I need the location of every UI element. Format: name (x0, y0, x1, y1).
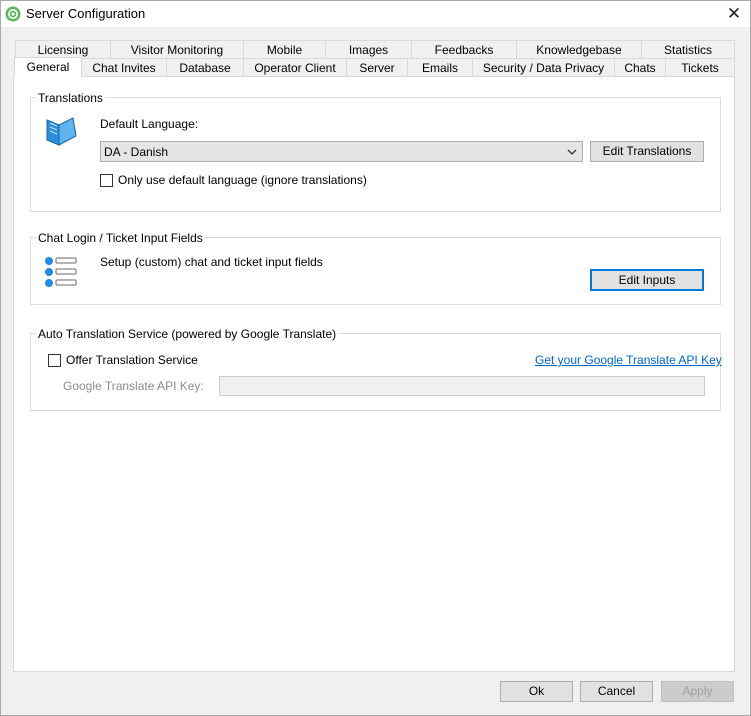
edit-translations-button[interactable]: Edit Translations (590, 141, 704, 162)
tab-chat-invites[interactable]: Chat Invites (81, 58, 167, 76)
cancel-button[interactable]: Cancel (580, 681, 653, 702)
google-api-key-link[interactable]: Get your Google Translate API Key (535, 353, 722, 367)
tab-mobile[interactable]: Mobile (243, 40, 326, 58)
offer-translation-label: Offer Translation Service (66, 353, 198, 367)
chevron-down-icon (567, 146, 577, 160)
tab-images[interactable]: Images (325, 40, 412, 58)
tab-visitor-monitoring[interactable]: Visitor Monitoring (110, 40, 244, 58)
default-language-value: DA - Danish (104, 145, 169, 159)
tab-security-data-privacy[interactable]: Security / Data Privacy (472, 58, 615, 76)
tab-statistics[interactable]: Statistics (641, 40, 735, 58)
translations-legend: Translations (36, 91, 105, 105)
edit-inputs-button[interactable]: Edit Inputs (590, 269, 704, 291)
ok-button[interactable]: Ok (500, 681, 573, 702)
apply-button[interactable]: Apply (661, 681, 734, 702)
tab-tickets[interactable]: Tickets (665, 58, 735, 76)
close-icon[interactable]: ✕ (718, 1, 750, 27)
list-icon (44, 256, 78, 288)
offer-translation-checkbox[interactable] (48, 354, 61, 367)
api-key-label: Google Translate API Key: (63, 379, 204, 393)
default-language-label: Default Language: (100, 117, 199, 131)
tab-operator-client[interactable]: Operator Client (243, 58, 347, 76)
only-default-language-label: Only use default language (ignore transl… (118, 173, 367, 187)
tab-database[interactable]: Database (166, 58, 244, 76)
tab-feedbacks[interactable]: Feedbacks (411, 40, 517, 58)
api-key-input[interactable] (219, 376, 705, 396)
auto-translation-group (30, 333, 721, 411)
app-gear-icon (5, 6, 21, 22)
tab-licensing[interactable]: Licensing (15, 40, 111, 58)
tab-knowledgebase[interactable]: Knowledgebase (516, 40, 642, 58)
tab-general[interactable]: General (14, 57, 82, 77)
input-fields-legend: Chat Login / Ticket Input Fields (36, 231, 205, 245)
auto-translation-legend: Auto Translation Service (powered by Goo… (36, 327, 339, 341)
input-fields-description: Setup (custom) chat and ticket input fie… (100, 255, 323, 269)
tab-emails[interactable]: Emails (407, 58, 473, 76)
only-default-language-checkbox[interactable] (100, 174, 113, 187)
tab-server[interactable]: Server (346, 58, 408, 76)
window-title: Server Configuration (26, 6, 146, 21)
tab-chats[interactable]: Chats (614, 58, 666, 76)
default-language-select[interactable]: DA - Danish (100, 141, 583, 162)
book-icon (43, 114, 79, 148)
